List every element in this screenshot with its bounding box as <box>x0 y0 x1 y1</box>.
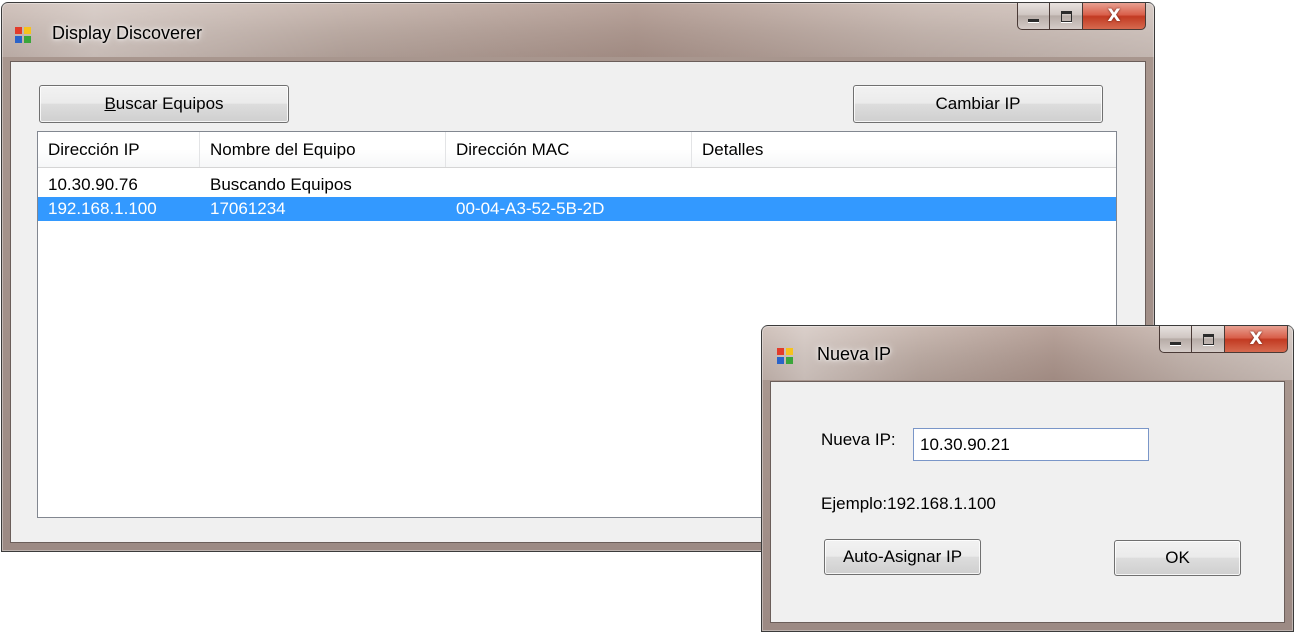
close-icon: X <box>1107 6 1121 26</box>
app-icon <box>15 27 33 45</box>
auto-assign-ip-button[interactable]: Auto-Asignar IP <box>824 539 981 575</box>
column-header-mac[interactable]: Dirección MAC <box>446 132 692 167</box>
search-devices-button[interactable]: Buscar Equipos <box>39 85 289 123</box>
column-header-name[interactable]: Nombre del Equipo <box>200 132 446 167</box>
dialog-caption-buttons: X <box>1159 326 1288 353</box>
list-header: Dirección IP Nombre del Equipo Dirección… <box>38 132 1116 168</box>
minimize-button[interactable] <box>1017 3 1050 30</box>
table-row[interactable]: 10.30.90.76 Buscando Equipos <box>38 173 1116 197</box>
ok-button[interactable]: OK <box>1114 540 1241 576</box>
cell-details <box>692 173 1116 197</box>
main-titlebar[interactable]: Display Discoverer X <box>2 3 1154 57</box>
dialog-titlebar[interactable]: Nueva IP X <box>762 326 1293 380</box>
maximize-icon <box>1060 10 1072 22</box>
maximize-icon <box>1202 333 1214 345</box>
minimize-icon <box>1170 341 1181 345</box>
close-icon: X <box>1249 329 1263 349</box>
app-icon <box>777 348 795 366</box>
maximize-button[interactable] <box>1050 3 1083 30</box>
main-window-title: Display Discoverer <box>52 23 203 43</box>
cell-name: 17061234 <box>210 199 286 218</box>
cell-name: Buscando Equipos <box>210 175 352 194</box>
cell-ip: 192.168.1.100 <box>48 199 157 218</box>
list-body: 10.30.90.76 Buscando Equipos 192.168.1.1… <box>38 168 1116 221</box>
new-ip-dialog: Nueva IP X Nueva IP: Ejemplo:192.168.1.1… <box>761 325 1294 632</box>
dialog-client-area: Nueva IP: Ejemplo:192.168.1.100 Auto-Asi… <box>770 381 1285 623</box>
column-header-ip[interactable]: Dirección IP <box>38 132 200 167</box>
maximize-button[interactable] <box>1192 326 1225 353</box>
cell-ip: 10.30.90.76 <box>48 175 138 194</box>
cell-mac <box>446 173 692 197</box>
new-ip-label: Nueva IP: <box>821 430 896 449</box>
change-ip-button[interactable]: Cambiar IP <box>853 85 1103 123</box>
cell-details <box>692 197 1116 221</box>
minimize-button[interactable] <box>1159 326 1192 353</box>
cell-mac: 00-04-A3-52-5B-2D <box>456 199 605 218</box>
new-ip-input[interactable] <box>913 428 1149 461</box>
close-button[interactable]: X <box>1083 3 1146 30</box>
minimize-icon <box>1028 18 1039 22</box>
main-caption-buttons: X <box>1017 3 1146 30</box>
table-row[interactable]: 192.168.1.100 17061234 00-04-A3-52-5B-2D <box>38 197 1116 221</box>
column-header-details[interactable]: Detalles <box>692 132 1116 167</box>
dialog-title: Nueva IP <box>817 344 892 364</box>
close-button[interactable]: X <box>1225 326 1288 353</box>
example-label: Ejemplo:192.168.1.100 <box>821 494 996 513</box>
